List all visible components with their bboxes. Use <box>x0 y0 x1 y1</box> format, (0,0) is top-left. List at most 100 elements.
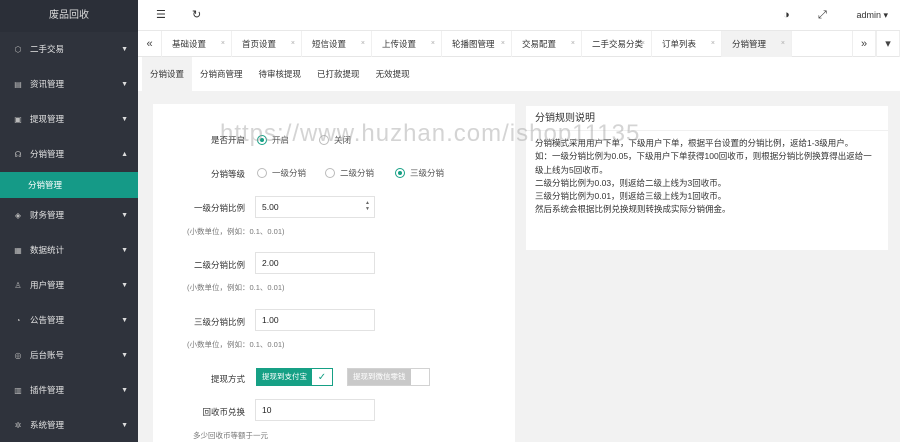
sidebar-item-3[interactable]: ☊ 分销管理 ▲ <box>0 137 138 172</box>
level-1-radio[interactable]: 一级分销 <box>257 167 306 179</box>
tab-label: 交易配置 <box>522 39 557 49</box>
chevron-down-icon: ▼ <box>121 387 128 394</box>
rules-line: 如：一级分销比例为0.05，下级用户下单获得100回收币，则根据分销比例换算得出… <box>535 151 872 175</box>
level-3-radio[interactable]: 三级分销 <box>395 167 444 179</box>
close-icon[interactable]: × <box>431 31 435 57</box>
subtab-3[interactable]: 已打款提现 <box>309 57 368 91</box>
tab-8[interactable]: 分销管理 × <box>722 31 792 57</box>
chevron-down-icon: ▼ <box>121 422 128 429</box>
menu-toggle-icon[interactable]: ☰ <box>156 0 166 31</box>
user-menu[interactable]: admin ▾ <box>856 0 888 31</box>
user-name: admin <box>856 10 881 20</box>
sidebar-item-label: 财务管理 <box>30 210 65 220</box>
sidebar-item-label: 二手交易 <box>30 44 65 54</box>
theme-icon[interactable]: ◑ <box>783 0 790 31</box>
level-2-radio[interactable]: 二级分销 <box>325 167 374 179</box>
chevron-down-icon: ▼ <box>121 282 128 289</box>
tab-6[interactable]: 二手交易分类 × <box>582 31 652 57</box>
close-icon[interactable]: × <box>641 31 645 57</box>
exchange-hint: 多少回收币等额于一元 <box>193 431 268 440</box>
gear-icon: ✲ <box>14 421 22 430</box>
exchange-input[interactable]: 10 <box>255 399 375 421</box>
radio-icon <box>257 168 267 178</box>
chevron-down-icon: ▼ <box>121 212 128 219</box>
ratio1-hint: (小数单位，例如：0.1、0.01) <box>187 227 285 236</box>
ratio2-label: 二级分销比例 <box>193 260 245 270</box>
radio-icon <box>325 168 335 178</box>
refresh-icon[interactable]: ↻ <box>192 0 201 31</box>
sidebar-item-5[interactable]: ▦ 数据统计 ▼ <box>0 233 138 268</box>
close-icon[interactable]: × <box>501 31 505 57</box>
subtab-2[interactable]: 待审核提现 <box>251 57 310 91</box>
bell-icon: ◔ <box>15 316 21 325</box>
withdraw-wechat-toggle[interactable]: 提现到微信零钱 <box>347 368 430 386</box>
finance-icon: ◈ <box>14 211 22 220</box>
level-label: 分销等级 <box>210 169 245 179</box>
tab-list: 基础设置 × 首页设置 × 短信设置 × 上传设置 × 轮播图管理 × 交易配置 × 二手交易分类 × 订单… <box>162 31 852 57</box>
close-icon[interactable]: × <box>781 31 785 57</box>
tab-label: 首页设置 <box>242 39 277 49</box>
number-stepper-icon[interactable]: ▲ ▼ <box>365 200 370 212</box>
close-icon[interactable]: × <box>221 31 225 57</box>
tabs-next-icon[interactable]: » <box>852 31 876 57</box>
sidebar-item-label: 资讯管理 <box>30 79 65 89</box>
ratio1-label: 一级分销比例 <box>193 203 245 213</box>
subtab-4[interactable]: 无效提现 <box>368 57 418 91</box>
account-icon: ◎ <box>14 351 22 360</box>
withdraw-label: 提现方式 <box>210 374 245 384</box>
chevron-down-icon: ▼ <box>121 317 128 324</box>
sidebar-item-label: 数据统计 <box>30 245 65 255</box>
tab-3[interactable]: 上传设置 × <box>372 31 442 57</box>
sidebar-item-9[interactable]: ▥ 插件管理 ▼ <box>0 373 138 408</box>
sidebar-subitem-distribution[interactable]: 分销管理 <box>0 172 138 198</box>
plugin-icon: ▥ <box>14 386 22 395</box>
sidebar-item-10[interactable]: ✲ 系统管理 ▼ <box>0 408 138 442</box>
tab-4[interactable]: 轮播图管理 × <box>442 31 512 57</box>
tab-0[interactable]: 基础设置 × <box>162 31 232 57</box>
chevron-down-icon: ▾ <box>883 10 888 20</box>
sidebar: 废品回收 ⬡ 二手交易 ▼ ▤ 资讯管理 ▼ ▣ 提现管理 ▼ ☊ 分销管理 ▲ 分销管理 ◈ 财务管理 ▼ ▦… <box>0 0 138 442</box>
document-icon: ▤ <box>14 80 22 89</box>
sidebar-item-6[interactable]: ♙ 用户管理 ▼ <box>0 268 138 303</box>
radio-checked-icon <box>395 168 405 178</box>
ratio2-input[interactable]: 2.00 <box>255 252 375 274</box>
tab-1[interactable]: 首页设置 × <box>232 31 302 57</box>
close-icon[interactable]: × <box>711 31 715 57</box>
sidebar-item-0[interactable]: ⬡ 二手交易 ▼ <box>0 32 138 67</box>
subtab-0[interactable]: 分销设置 <box>142 57 193 91</box>
distribution-settings-form: 是否开启 开启 关闭 分销等级 一级分销 二级分销 三级分销 一级分销比例 5.… <box>153 104 515 442</box>
chevron-down-icon: ▼ <box>121 352 128 359</box>
chart-icon: ▦ <box>14 246 22 255</box>
check-icon: ✓ <box>317 371 327 383</box>
ratio1-input[interactable]: 5.00 ▲ ▼ <box>255 196 375 218</box>
tab-2[interactable]: 短信设置 × <box>302 31 372 57</box>
tab-label: 轮播图管理 <box>452 39 495 49</box>
wallet-icon: ▣ <box>14 115 22 124</box>
fullscreen-icon[interactable]: ⤢ <box>818 0 827 31</box>
ratio3-input[interactable]: 1.00 <box>255 309 375 331</box>
sidebar-item-1[interactable]: ▤ 资讯管理 ▼ <box>0 67 138 102</box>
sidebar-item-4[interactable]: ◈ 财务管理 ▼ <box>0 198 138 233</box>
ratio3-hint: (小数单位，例如：0.1、0.01) <box>187 340 285 349</box>
share-icon: ☊ <box>14 150 22 159</box>
tab-label: 上传设置 <box>382 39 417 49</box>
close-icon[interactable]: × <box>291 31 295 57</box>
withdraw-alipay-toggle[interactable]: 提现到支付宝 ✓ <box>256 368 333 386</box>
close-icon[interactable]: × <box>571 31 575 57</box>
tabs-prev-icon[interactable]: « <box>138 31 162 57</box>
tab-7[interactable]: 订单列表 × <box>652 31 722 57</box>
sidebar-item-8[interactable]: ◎ 后台账号 ▼ <box>0 338 138 373</box>
tab-5[interactable]: 交易配置 × <box>512 31 582 57</box>
sidebar-item-7[interactable]: ◔ 公告管理 ▼ <box>0 303 138 338</box>
sidebar-item-label: 后台账号 <box>30 350 65 360</box>
brand-title: 废品回收 <box>0 0 138 32</box>
sidebar-nav: ⬡ 二手交易 ▼ ▤ 资讯管理 ▼ ▣ 提现管理 ▼ ☊ 分销管理 ▲ 分销管理 ◈ 财务管理 ▼ ▦ 数据统计 ▼… <box>0 32 138 442</box>
tabs-menu-icon[interactable]: ▾ <box>876 31 900 57</box>
subtab-1[interactable]: 分销商管理 <box>192 57 251 91</box>
chevron-down-icon: ▼ <box>121 247 128 254</box>
ratio2-hint: (小数单位，例如：0.1、0.01) <box>187 283 285 292</box>
sidebar-item-2[interactable]: ▣ 提现管理 ▼ <box>0 102 138 137</box>
close-icon[interactable]: × <box>361 31 365 57</box>
user-icon: ♙ <box>14 281 22 290</box>
sidebar-item-label: 提现管理 <box>30 114 65 124</box>
